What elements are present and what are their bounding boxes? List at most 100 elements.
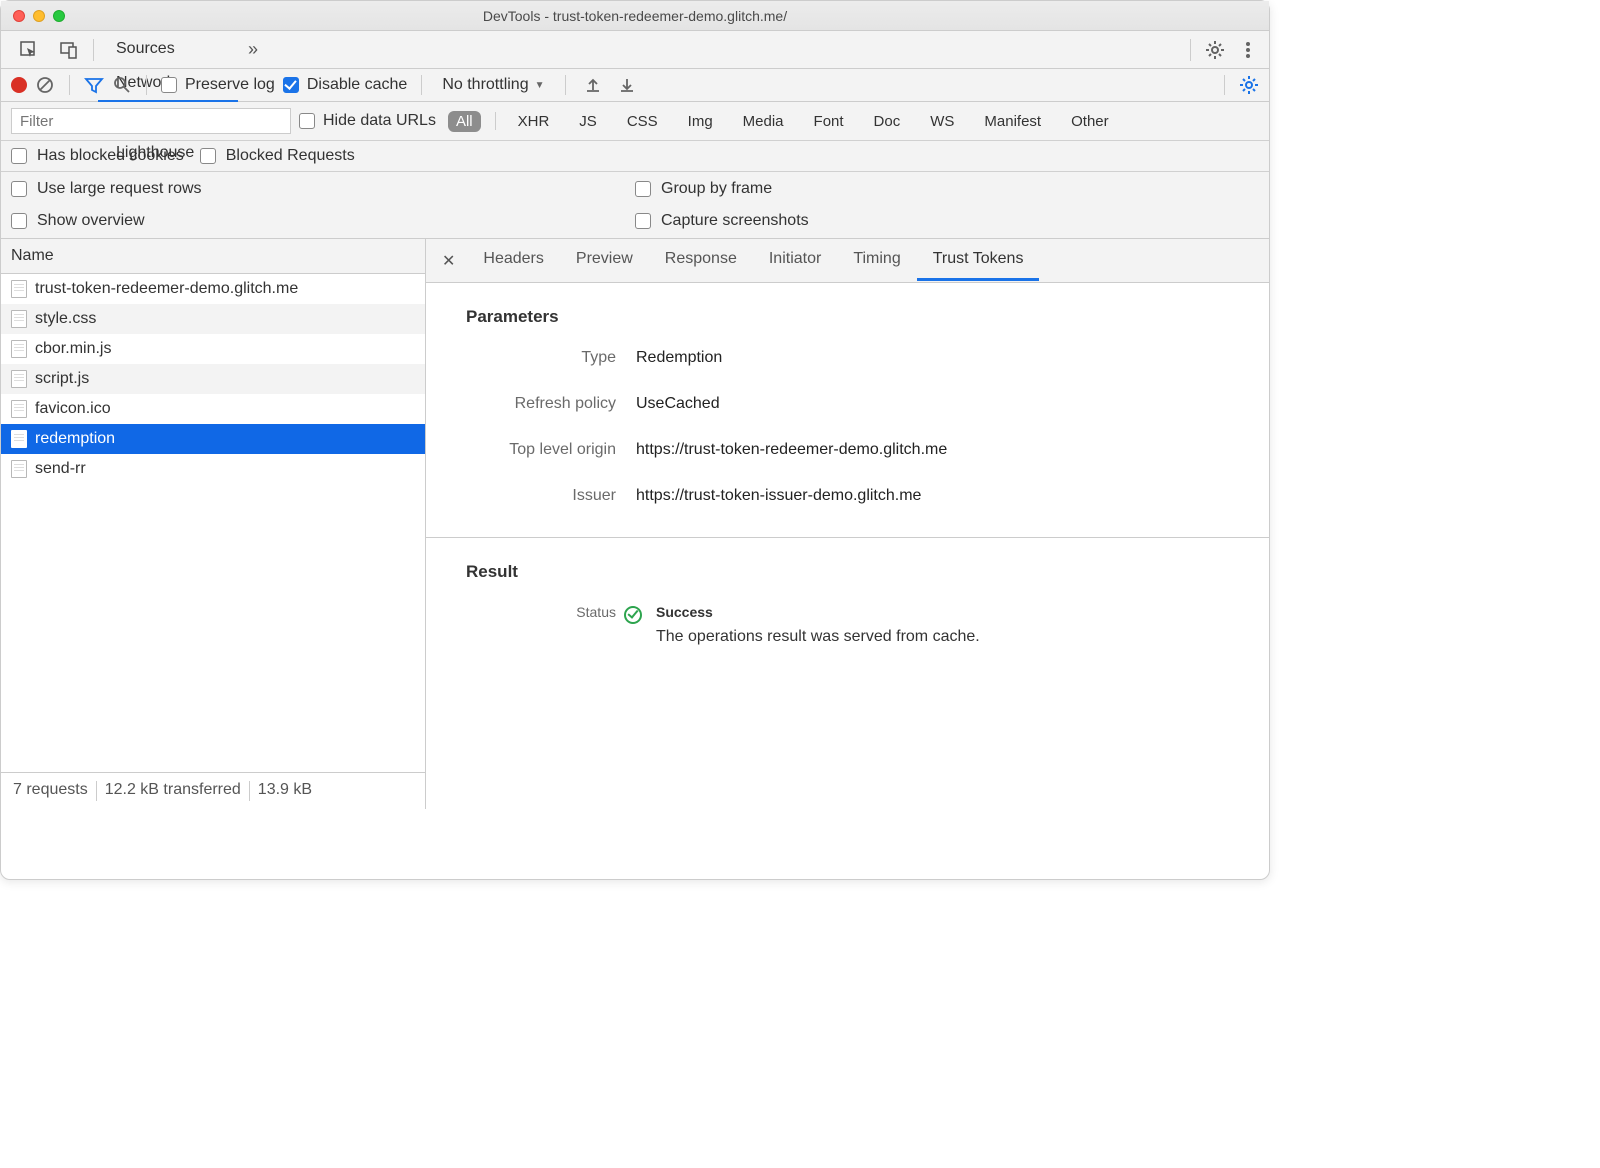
network-settings-gear-icon[interactable] bbox=[1239, 75, 1259, 95]
transferred-size: 12.2 kB transferred bbox=[105, 781, 241, 801]
type-filter-img[interactable]: Img bbox=[680, 111, 721, 132]
minimize-window-button[interactable] bbox=[33, 10, 45, 22]
type-filter-all[interactable]: All bbox=[448, 111, 481, 132]
type-filter-css[interactable]: CSS bbox=[619, 111, 666, 132]
request-row[interactable]: send-rr bbox=[1, 454, 425, 484]
request-row[interactable]: script.js bbox=[1, 364, 425, 394]
has-blocked-cookies-checkbox[interactable] bbox=[11, 148, 27, 164]
record-button[interactable] bbox=[11, 77, 27, 93]
detail-tab-preview[interactable]: Preview bbox=[560, 240, 649, 281]
request-list: trust-token-redeemer-demo.glitch.me style… bbox=[1, 274, 425, 772]
has-blocked-cookies-label: Has blocked cookies bbox=[37, 147, 184, 165]
preserve-log-checkbox[interactable] bbox=[161, 77, 177, 93]
device-toggle-icon[interactable] bbox=[49, 34, 89, 66]
file-icon bbox=[11, 280, 27, 298]
filter-input[interactable] bbox=[11, 108, 291, 134]
type-filter-font[interactable]: Font bbox=[806, 111, 852, 132]
type-filter-js[interactable]: JS bbox=[571, 111, 605, 132]
chevron-down-icon: ▼ bbox=[535, 80, 545, 91]
close-window-button[interactable] bbox=[13, 10, 25, 22]
more-tabs-chevron-icon[interactable]: » bbox=[238, 33, 268, 66]
disable-cache-checkbox[interactable] bbox=[283, 77, 299, 93]
parameter-key: Type bbox=[446, 349, 616, 367]
upload-har-icon[interactable] bbox=[580, 76, 606, 94]
request-name: send-rr bbox=[35, 460, 86, 478]
capture-screenshots-checkbox[interactable] bbox=[635, 213, 651, 229]
result-title: Result bbox=[426, 538, 1269, 590]
download-har-icon[interactable] bbox=[614, 76, 640, 94]
request-name: trust-token-redeemer-demo.glitch.me bbox=[35, 280, 298, 298]
detail-tab-timing[interactable]: Timing bbox=[837, 240, 916, 281]
request-name: favicon.ico bbox=[35, 400, 111, 418]
hide-data-urls-label: Hide data URLs bbox=[323, 112, 436, 130]
parameter-value: Redemption bbox=[636, 349, 1249, 367]
hide-data-urls-checkbox[interactable] bbox=[299, 113, 315, 129]
request-row[interactable]: trust-token-redeemer-demo.glitch.me bbox=[1, 274, 425, 304]
detail-tab-initiator[interactable]: Initiator bbox=[753, 240, 837, 281]
detail-tab-trust-tokens[interactable]: Trust Tokens bbox=[917, 240, 1040, 281]
blocked-requests-label: Blocked Requests bbox=[226, 147, 355, 165]
type-filter-ws[interactable]: WS bbox=[922, 111, 962, 132]
tab-sources[interactable]: Sources bbox=[98, 32, 238, 66]
preserve-log-label: Preserve log bbox=[185, 76, 275, 94]
type-filter-doc[interactable]: Doc bbox=[866, 111, 909, 132]
inspect-element-icon[interactable] bbox=[9, 34, 49, 66]
type-filter-xhr[interactable]: XHR bbox=[510, 111, 558, 132]
file-icon bbox=[11, 310, 27, 328]
filter-icon[interactable] bbox=[84, 75, 104, 95]
request-row[interactable]: favicon.ico bbox=[1, 394, 425, 424]
throttling-value: No throttling bbox=[442, 76, 528, 94]
parameters-title: Parameters bbox=[426, 283, 1269, 335]
group-by-frame-label: Group by frame bbox=[661, 180, 772, 198]
options-row: Use large request rows Group by frame Sh… bbox=[1, 172, 1269, 239]
detail-tab-response[interactable]: Response bbox=[649, 240, 753, 281]
status-bar: 7 requests 12.2 kB transferred 13.9 kB bbox=[1, 772, 425, 809]
close-detail-button[interactable]: ✕ bbox=[434, 247, 463, 275]
traffic-lights bbox=[13, 10, 65, 22]
requests-count: 7 requests bbox=[13, 781, 88, 801]
window-title: DevTools - trust-token-redeemer-demo.gli… bbox=[1, 8, 1269, 24]
clear-button[interactable] bbox=[35, 75, 55, 95]
blocked-requests-checkbox[interactable] bbox=[200, 148, 216, 164]
parameter-row: Top level originhttps://trust-token-rede… bbox=[426, 427, 1269, 473]
request-row[interactable]: redemption bbox=[1, 424, 425, 454]
parameter-row: Type Redemption bbox=[426, 335, 1269, 381]
file-icon bbox=[11, 460, 27, 478]
status-value: Success bbox=[656, 604, 1249, 620]
kebab-menu-icon[interactable] bbox=[1235, 34, 1261, 66]
request-row[interactable]: style.css bbox=[1, 304, 425, 334]
use-large-rows-checkbox[interactable] bbox=[11, 181, 27, 197]
disable-cache-label: Disable cache bbox=[307, 76, 408, 94]
request-detail-panel: ✕ HeadersPreviewResponseInitiatorTimingT… bbox=[426, 239, 1269, 809]
type-filter-other[interactable]: Other bbox=[1063, 111, 1117, 132]
throttling-dropdown[interactable]: No throttling ▼ bbox=[436, 76, 550, 94]
status-key: Status bbox=[446, 604, 616, 620]
file-icon bbox=[11, 400, 27, 418]
request-name: script.js bbox=[35, 370, 89, 388]
type-filter-media[interactable]: Media bbox=[735, 111, 792, 132]
zoom-window-button[interactable] bbox=[53, 10, 65, 22]
request-row[interactable]: cbor.min.js bbox=[1, 334, 425, 364]
settings-gear-icon[interactable] bbox=[1195, 34, 1235, 66]
request-name: cbor.min.js bbox=[35, 340, 111, 358]
resources-size: 13.9 kB bbox=[258, 781, 312, 801]
file-icon bbox=[11, 430, 27, 448]
detail-tab-headers[interactable]: Headers bbox=[467, 240, 559, 281]
search-icon[interactable] bbox=[112, 75, 132, 95]
parameter-key: Refresh policy bbox=[446, 395, 616, 413]
detail-tabs: ✕ HeadersPreviewResponseInitiatorTimingT… bbox=[426, 239, 1269, 283]
type-filter-manifest[interactable]: Manifest bbox=[976, 111, 1049, 132]
capture-screenshots-label: Capture screenshots bbox=[661, 212, 809, 230]
group-by-frame-checkbox[interactable] bbox=[635, 181, 651, 197]
show-overview-label: Show overview bbox=[37, 212, 145, 230]
status-message: The operations result was served from ca… bbox=[656, 628, 1249, 646]
request-list-panel: Name trust-token-redeemer-demo.glitch.me… bbox=[1, 239, 426, 809]
use-large-rows-label: Use large request rows bbox=[37, 180, 202, 198]
show-overview-checkbox[interactable] bbox=[11, 213, 27, 229]
file-icon bbox=[11, 370, 27, 388]
main-tabs: ElementsCSS OverviewConsoleSourcesNetwor… bbox=[1, 31, 1269, 69]
titlebar: DevTools - trust-token-redeemer-demo.gli… bbox=[1, 1, 1269, 31]
parameter-key: Issuer bbox=[446, 487, 616, 505]
name-column-header[interactable]: Name bbox=[1, 239, 425, 274]
request-name: redemption bbox=[35, 430, 115, 448]
